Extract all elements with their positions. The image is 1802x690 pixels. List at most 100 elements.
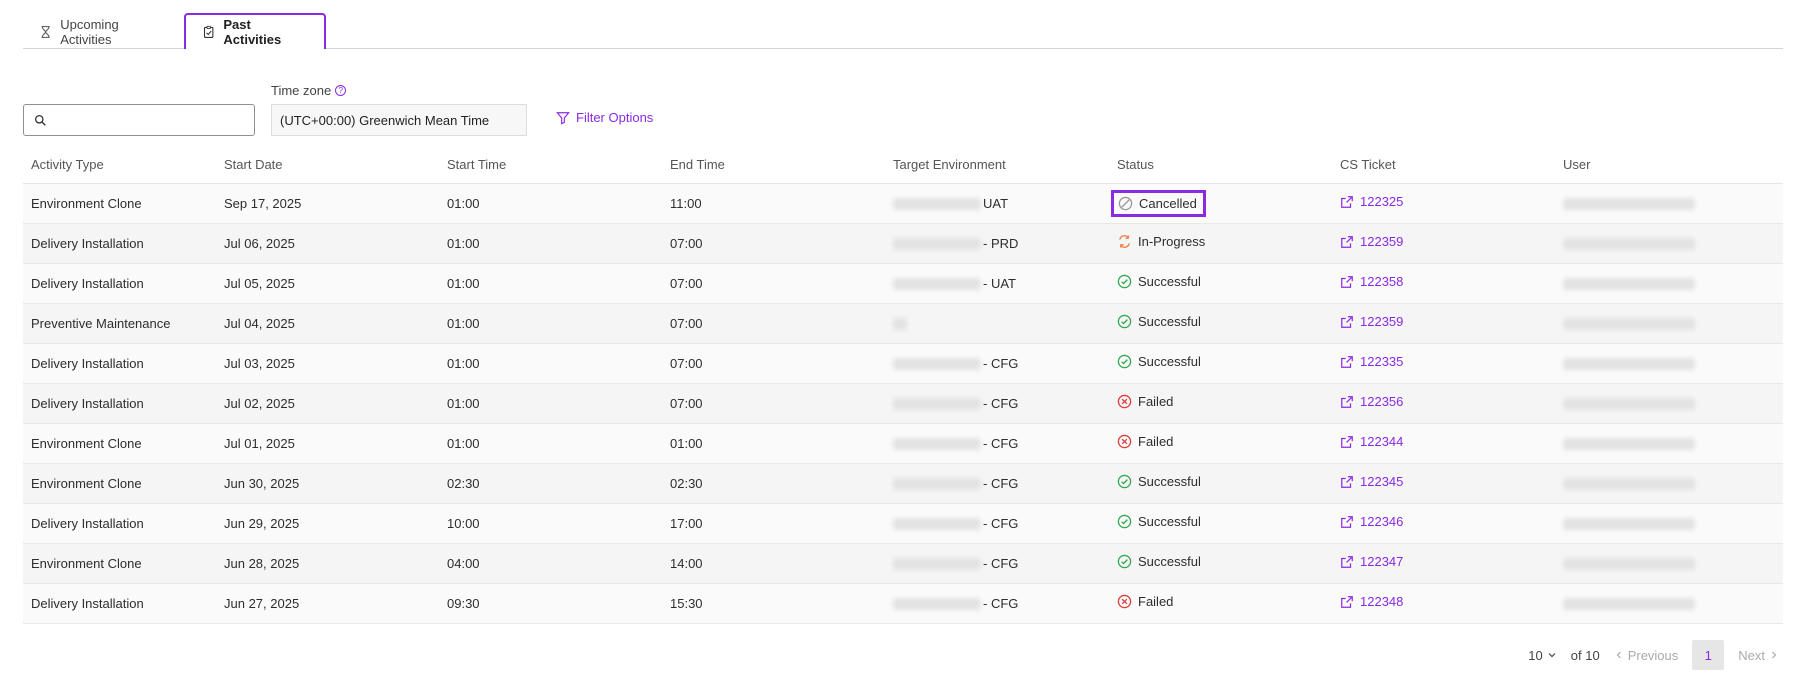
activity-type-cell: Environment Clone — [23, 543, 216, 584]
cs-ticket-link[interactable]: 122335 — [1340, 354, 1403, 369]
search-icon — [34, 114, 46, 126]
per-page-select[interactable]: 10 — [1528, 648, 1556, 663]
cs-ticket-link[interactable]: 122346 — [1340, 514, 1403, 529]
cs-ticket-link[interactable]: 122348 — [1340, 594, 1403, 609]
target-environment-cell: - UAT — [885, 263, 1109, 304]
table-row[interactable]: Delivery Installation Jul 02, 2025 01:00 07… — [23, 383, 1783, 424]
column-header[interactable]: Activity Type — [23, 147, 216, 184]
cs-ticket-link[interactable]: 122359 — [1340, 234, 1403, 249]
target-environment-cell — [885, 303, 1109, 344]
table-row[interactable]: Delivery Installation Jul 03, 2025 01:00 07… — [23, 343, 1783, 384]
start-time-cell: 09:30 — [439, 583, 662, 624]
status-cell: Failed — [1109, 383, 1332, 424]
tab-past-label: Past Activities — [223, 17, 282, 47]
target-environment-cell: - CFG — [885, 383, 1109, 424]
table-row[interactable]: Delivery Installation Jul 06, 2025 01:00 07… — [23, 223, 1783, 264]
status-label: In-Progress — [1138, 234, 1206, 249]
status-label: Successful — [1138, 314, 1201, 329]
column-header[interactable]: Target Environment — [885, 147, 1109, 184]
success-icon — [1117, 354, 1132, 369]
in-progress-icon — [1117, 234, 1132, 249]
activity-tabs: Upcoming Activities Past Activities — [23, 13, 1783, 49]
table-row[interactable]: Delivery Installation Jul 05, 2025 01:00 07… — [23, 263, 1783, 304]
column-header[interactable]: User — [1555, 147, 1783, 184]
external-link-icon — [1341, 435, 1353, 448]
start-time-cell: 01:00 — [439, 223, 662, 264]
tab-upcoming-activities[interactable]: Upcoming Activities — [23, 15, 183, 49]
per-page-value: 10 — [1528, 647, 1543, 663]
external-link-icon — [1341, 595, 1353, 608]
table-row[interactable]: Environment Clone Jun 28, 2025 04:00 14:00 -… — [23, 543, 1783, 584]
page-number: 1 — [1704, 647, 1712, 663]
activity-type-cell: Delivery Installation — [23, 223, 216, 264]
redacted-environment-name — [893, 598, 981, 611]
status-label: Failed — [1138, 594, 1174, 609]
cs-ticket-number: 122359 — [1360, 234, 1404, 250]
environment-suffix: - CFG — [983, 435, 1019, 451]
column-header[interactable]: CS Ticket — [1332, 147, 1555, 184]
next-button[interactable]: Next — [1738, 648, 1779, 663]
cs-ticket-link[interactable]: 122359 — [1340, 314, 1403, 329]
table-row[interactable]: Delivery Installation Jun 29, 2025 10:00 17… — [23, 503, 1783, 544]
status-label: Cancelled — [1139, 195, 1197, 211]
cs-ticket-link[interactable]: 122325 — [1340, 194, 1403, 209]
cs-ticket-link[interactable]: 122344 — [1340, 434, 1403, 449]
activities-table: Activity Type Start Date Start Time End … — [23, 147, 1783, 624]
status-badge: Successful — [1117, 354, 1201, 369]
status-cell: Failed — [1109, 583, 1332, 624]
status-cell: Successful — [1109, 303, 1332, 344]
start-date-cell: Jun 28, 2025 — [216, 543, 439, 584]
table-row[interactable]: Environment Clone Jun 30, 2025 02:30 02:30-… — [23, 463, 1783, 504]
tab-past-activities[interactable]: Past Activities — [184, 13, 326, 49]
cs-ticket-link[interactable]: 122358 — [1340, 274, 1403, 289]
redacted-environment-name — [893, 398, 981, 411]
tab-upcoming-label: Upcoming Activities — [60, 17, 119, 47]
filter-options-label: Filter Options — [576, 110, 654, 125]
activity-type-cell: Delivery Installation — [23, 343, 216, 384]
page-number-button[interactable]: 1 — [1692, 640, 1725, 670]
redacted-environment-name — [893, 318, 907, 331]
timezone-select[interactable]: (UTC+00:00) Greenwich Mean Time — [271, 104, 527, 136]
previous-button[interactable]: Previous — [1614, 647, 1679, 663]
table-row[interactable]: Preventive Maintenance Jul 04, 2025 01:00 0… — [23, 303, 1783, 344]
redacted-user-email — [1563, 598, 1695, 611]
external-link-icon — [1341, 395, 1353, 408]
column-header[interactable]: End Time — [662, 147, 885, 184]
filter-options-button[interactable]: Filter Options — [556, 110, 653, 125]
cs-ticket-cell: 122359 — [1332, 223, 1555, 264]
target-environment-cell: - CFG — [885, 503, 1109, 544]
environment-suffix: - CFG — [983, 515, 1019, 531]
status-badge: Successful — [1117, 554, 1201, 569]
table-row[interactable]: Delivery Installation Jun 27, 2025 09:30 15… — [23, 583, 1783, 624]
column-header[interactable]: Status — [1109, 147, 1332, 184]
search-box[interactable] — [23, 104, 255, 136]
search-input[interactable] — [52, 109, 248, 131]
chevron-right-icon — [1772, 651, 1777, 659]
previous-label: Previous — [1627, 647, 1679, 663]
column-header[interactable]: Start Date — [216, 147, 439, 184]
cs-ticket-link[interactable]: 122356 — [1340, 394, 1403, 409]
table-row[interactable]: Environment Clone Sep 17, 2025 01:00 11:00 U… — [23, 183, 1783, 224]
cs-ticket-cell: 122347 — [1332, 543, 1555, 584]
success-icon — [1117, 554, 1132, 569]
external-link-icon — [1341, 555, 1353, 568]
target-environment-cell: - CFG — [885, 583, 1109, 624]
activity-type-cell: Delivery Installation — [23, 383, 216, 424]
success-icon — [1117, 314, 1132, 329]
chevron-left-icon — [1616, 651, 1621, 659]
start-time-cell: 01:00 — [439, 263, 662, 304]
failed-icon — [1117, 434, 1132, 449]
cs-ticket-link[interactable]: 122345 — [1340, 474, 1403, 489]
cs-ticket-number: 122356 — [1360, 394, 1404, 410]
cs-ticket-cell: 122344 — [1332, 423, 1555, 464]
cs-ticket-link[interactable]: 122347 — [1340, 554, 1403, 569]
info-icon[interactable]: ? — [335, 85, 347, 96]
chevron-down-icon — [1548, 653, 1556, 658]
target-environment-cell: - CFG — [885, 463, 1109, 504]
status-badge: In-Progress — [1117, 234, 1205, 249]
column-header[interactable]: Start Time — [439, 147, 662, 184]
table-row[interactable]: Environment Clone Jul 01, 2025 01:00 01:00-… — [23, 423, 1783, 464]
user-cell — [1555, 183, 1783, 224]
end-time-cell: 14:00 — [662, 543, 885, 584]
status-cell: Successful — [1109, 263, 1332, 304]
